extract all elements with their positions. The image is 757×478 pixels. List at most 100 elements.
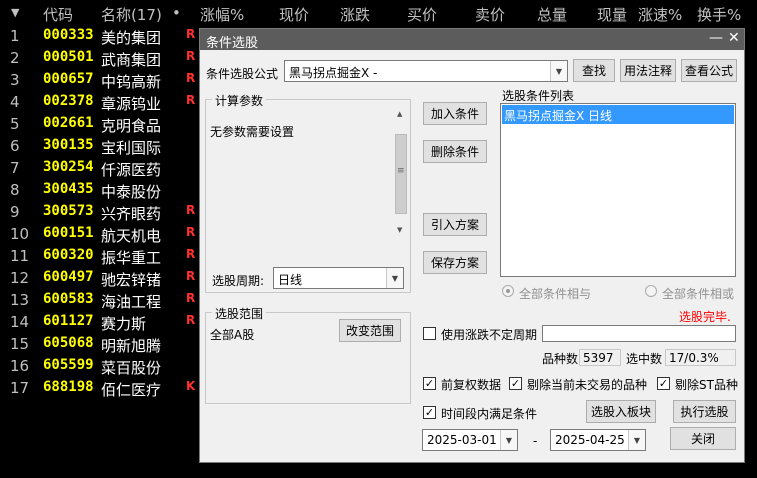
- table-row[interactable]: 12 600497 驰宏锌锗 R: [0, 267, 200, 289]
- col-ask[interactable]: 卖价: [475, 4, 505, 25]
- or-label: 全部条件相或: [662, 287, 735, 301]
- table-row[interactable]: 10 600151 航天机电 R: [0, 223, 200, 245]
- col-bid[interactable]: 买价: [407, 4, 437, 25]
- formula-select-value: 黑马拐点掘金X -: [289, 66, 378, 80]
- period-satisfy-checkbox[interactable]: ✓: [423, 406, 436, 419]
- scroll-up-icon[interactable]: ▲: [397, 110, 402, 118]
- scroll-down-icon[interactable]: ▼: [397, 226, 402, 234]
- flag-badge: R: [186, 247, 196, 261]
- table-row[interactable]: 3 000657 中钨高新 R: [0, 69, 200, 91]
- save-scheme-button[interactable]: 保存方案: [423, 251, 487, 274]
- date-from-picker[interactable]: 2025-03-01 ▼: [422, 429, 518, 451]
- col-turnover[interactable]: 换手%: [697, 4, 741, 25]
- col-speed[interactable]: 涨速%: [638, 4, 682, 25]
- col-change[interactable]: 涨跌: [340, 4, 370, 25]
- row-number: 13: [10, 291, 30, 309]
- sort-arrow-icon[interactable]: ▼: [11, 6, 19, 19]
- delete-condition-button[interactable]: 删除条件: [423, 140, 487, 163]
- chevron-down-icon[interactable]: ▼: [550, 61, 567, 81]
- table-row[interactable]: 2 000501 武商集团 R: [0, 47, 200, 69]
- row-number: 14: [10, 313, 30, 331]
- status-text: 选股完毕.: [679, 310, 731, 324]
- period-select[interactable]: 日线 ▼: [273, 267, 404, 289]
- to-board-button[interactable]: 选股入板块: [586, 400, 656, 423]
- formula-select[interactable]: 黑马拐点掘金X - ▼: [284, 60, 568, 82]
- condition-list[interactable]: 黑马拐点掘金X 日线: [500, 103, 736, 277]
- table-row[interactable]: 7 300254 仟源医药: [0, 157, 200, 179]
- and-radio[interactable]: [502, 285, 514, 297]
- col-code[interactable]: 代码: [43, 4, 73, 25]
- or-radio[interactable]: [645, 285, 657, 297]
- params-scrollbar[interactable]: ▲ ≡ ▼: [394, 108, 408, 240]
- scroll-thumb[interactable]: ≡: [395, 134, 407, 214]
- usage-notes-button[interactable]: 用法注释: [620, 59, 676, 82]
- table-row[interactable]: 13 600583 海油工程 R: [0, 289, 200, 311]
- range-group-title: 选股范围: [212, 305, 267, 322]
- hit-count-label: 选中数: [626, 352, 663, 366]
- condition-list-item[interactable]: 黑马拐点掘金X 日线: [502, 105, 734, 124]
- table-row[interactable]: 1 000333 美的集团 R: [0, 25, 200, 47]
- table-row[interactable]: 5 002661 克明食品: [0, 113, 200, 135]
- close-button[interactable]: 关闭: [670, 427, 736, 450]
- fq-data-checkbox[interactable]: ✓: [423, 377, 436, 390]
- close-icon[interactable]: ✕: [728, 30, 740, 46]
- stock-name: 仟源医药: [101, 161, 162, 179]
- chevron-down-icon[interactable]: ▼: [500, 430, 517, 450]
- col-price[interactable]: 现价: [279, 4, 309, 25]
- flag-badge: R: [186, 27, 196, 41]
- stock-code: 000657: [43, 71, 94, 87]
- find-button[interactable]: 查找: [573, 59, 615, 82]
- table-row[interactable]: 14 601127 赛力斯 R: [0, 311, 200, 333]
- row-number: 3: [10, 71, 20, 89]
- exclude-st-checkbox[interactable]: ✓: [657, 377, 670, 390]
- stock-code: 000333: [43, 27, 94, 43]
- use-change-period-checkbox[interactable]: [423, 327, 436, 340]
- stock-name: 中泰股份: [101, 183, 162, 201]
- col-volume[interactable]: 总量: [537, 4, 567, 25]
- condition-list-label: 选股条件列表: [502, 89, 575, 103]
- table-row[interactable]: 11 600320 振华重工 R: [0, 245, 200, 267]
- dialog-title: 条件选股: [206, 36, 259, 51]
- chevron-down-icon[interactable]: ▼: [386, 268, 403, 288]
- stock-name: 赛力斯: [101, 315, 147, 333]
- stock-code: 300573: [43, 203, 94, 219]
- exclude-notrade-checkbox[interactable]: ✓: [509, 377, 522, 390]
- total-count-label: 品种数: [542, 352, 579, 366]
- stock-code: 300435: [43, 181, 94, 197]
- params-text: 无参数需要设置: [210, 125, 295, 139]
- dialog-title-bar[interactable]: 条件选股 — ✕: [200, 29, 744, 51]
- stock-name: 武商集团: [101, 51, 162, 69]
- stock-name: 海油工程: [101, 293, 162, 311]
- stock-code: 601127: [43, 313, 94, 329]
- view-formula-button[interactable]: 查看公式: [681, 59, 737, 82]
- stock-code: 605599: [43, 357, 94, 373]
- col-cur-volume[interactable]: 现量: [597, 4, 627, 25]
- minimize-icon[interactable]: —: [709, 30, 723, 46]
- import-scheme-button[interactable]: 引入方案: [423, 213, 487, 236]
- stock-name: 中钨高新: [101, 73, 162, 91]
- table-row[interactable]: 9 300573 兴齐眼药 R: [0, 201, 200, 223]
- table-row[interactable]: 8 300435 中泰股份: [0, 179, 200, 201]
- stock-code: 300254: [43, 159, 94, 175]
- chevron-down-icon[interactable]: ▼: [628, 430, 645, 450]
- date-to-picker[interactable]: 2025-04-25 ▼: [550, 429, 646, 451]
- stock-code: 000501: [43, 49, 94, 65]
- change-range-button[interactable]: 改变范围: [339, 319, 401, 342]
- change-period-input[interactable]: [542, 325, 736, 342]
- range-value: 全部A股: [210, 328, 255, 342]
- col-change-pct[interactable]: 涨幅%: [200, 4, 244, 25]
- table-row[interactable]: 17 688198 佰仁医疗 K: [0, 377, 200, 399]
- row-number: 4: [10, 93, 20, 111]
- table-row[interactable]: 4 002378 章源钨业 R: [0, 91, 200, 113]
- use-change-period-label: 使用涨跌不定周期: [441, 328, 538, 342]
- app-window: ▼ 代码 名称(17) • 涨幅% 现价 涨跌 买价 卖价 总量 现量 涨速% …: [0, 0, 757, 478]
- table-row[interactable]: 15 605068 明新旭腾: [0, 333, 200, 355]
- date-to-value: 2025-04-25: [555, 433, 625, 447]
- run-select-button[interactable]: 执行选股: [673, 400, 736, 423]
- table-row[interactable]: 16 605599 菜百股份: [0, 355, 200, 377]
- add-condition-button[interactable]: 加入条件: [423, 102, 487, 125]
- table-row[interactable]: 6 300135 宝利国际: [0, 135, 200, 157]
- stock-name: 克明食品: [101, 117, 162, 135]
- stock-code: 002378: [43, 93, 94, 109]
- col-name[interactable]: 名称(17): [101, 4, 162, 25]
